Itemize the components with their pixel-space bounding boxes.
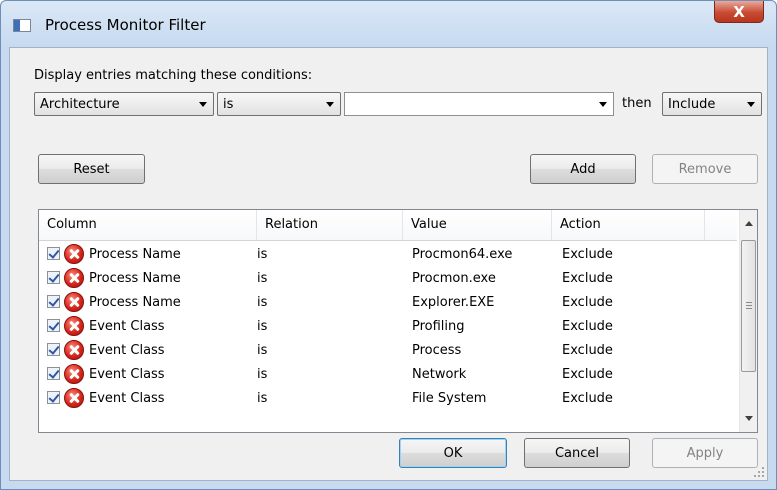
relation-combo[interactable]: is: [217, 92, 341, 116]
row-relation: is: [257, 295, 268, 310]
dialog-body: Display entries matching these condition…: [9, 47, 768, 481]
column-combo-value: Architecture: [40, 97, 120, 112]
table-row[interactable]: Event Class is File System Exclude: [39, 387, 737, 411]
table-row[interactable]: Process Name is Procmon.exe Exclude: [39, 267, 737, 291]
action-combo[interactable]: Include: [662, 92, 762, 116]
row-action: Exclude: [562, 271, 613, 286]
grip-line: [746, 302, 752, 303]
checkbox-checked-icon[interactable]: [47, 343, 60, 356]
row-value: Process: [412, 343, 462, 358]
row-action: Exclude: [562, 343, 613, 358]
exclude-icon: [64, 268, 84, 288]
action-combo-value: Include: [668, 97, 716, 112]
scroll-up-icon[interactable]: [745, 221, 753, 226]
row-column: Process Name: [89, 247, 181, 262]
resize-grip-icon[interactable]: [754, 467, 764, 477]
row-action: Exclude: [562, 247, 613, 262]
checkbox-checked-icon[interactable]: [47, 319, 60, 332]
row-value: Explorer.EXE: [412, 295, 495, 310]
filter-dialog-window: Process Monitor Filter X Display entries…: [0, 0, 777, 490]
chevron-down-icon: [599, 102, 607, 107]
value-combo[interactable]: [344, 92, 614, 116]
row-relation: is: [257, 391, 268, 406]
row-column: Process Name: [89, 271, 181, 286]
row-action: Exclude: [562, 295, 613, 310]
row-relation: is: [257, 247, 268, 262]
chevron-down-icon: [747, 102, 755, 107]
row-value: Profiling: [412, 319, 465, 334]
row-value: Procmon64.exe: [412, 247, 513, 262]
row-value: File System: [412, 391, 487, 406]
exclude-icon: [64, 364, 84, 384]
close-icon: X: [733, 2, 745, 21]
scroll-down-icon[interactable]: [745, 416, 753, 421]
window-title: Process Monitor Filter: [45, 16, 206, 34]
row-value: Network: [412, 367, 467, 382]
row-relation: is: [257, 271, 268, 286]
exclude-icon: [64, 244, 84, 264]
table-row[interactable]: Event Class is Network Exclude: [39, 363, 737, 387]
scrollbar-thumb[interactable]: [741, 240, 756, 372]
row-action: Exclude: [562, 367, 613, 382]
table-row[interactable]: Event Class is Profiling Exclude: [39, 315, 737, 339]
row-relation: is: [257, 367, 268, 382]
relation-combo-value: is: [223, 97, 234, 112]
row-column: Process Name: [89, 295, 181, 310]
conditions-label: Display entries matching these condition…: [34, 68, 313, 83]
checkbox-checked-icon[interactable]: [47, 391, 60, 404]
cancel-button[interactable]: Cancel: [524, 438, 630, 468]
table-row[interactable]: Event Class is Process Exclude: [39, 339, 737, 363]
filter-list[interactable]: Column Relation Value Action Process Nam…: [38, 209, 758, 433]
list-header: Column Relation Value Action: [39, 210, 737, 241]
exclude-icon: [64, 388, 84, 408]
checkbox-checked-icon[interactable]: [47, 271, 60, 284]
row-relation: is: [257, 319, 268, 334]
grip-line: [746, 305, 752, 306]
exclude-icon: [64, 292, 84, 312]
row-action: Exclude: [562, 319, 613, 334]
exclude-icon: [64, 340, 84, 360]
row-column: Event Class: [89, 343, 165, 358]
header-relation[interactable]: Relation: [257, 210, 403, 240]
column-combo[interactable]: Architecture: [34, 92, 214, 116]
chevron-down-icon: [326, 102, 334, 107]
checkbox-checked-icon[interactable]: [47, 295, 60, 308]
close-button[interactable]: X: [714, 1, 764, 23]
row-column: Event Class: [89, 319, 165, 334]
then-label: then: [622, 96, 652, 111]
title-bar[interactable]: Process Monitor Filter X: [1, 1, 776, 47]
process-monitor-icon: [13, 19, 31, 32]
ok-button[interactable]: OK: [399, 438, 507, 468]
checkbox-checked-icon[interactable]: [47, 367, 60, 380]
row-column: Event Class: [89, 367, 165, 382]
apply-button[interactable]: Apply: [652, 438, 758, 468]
header-action[interactable]: Action: [552, 210, 705, 240]
exclude-icon: [64, 316, 84, 336]
row-value: Procmon.exe: [412, 271, 496, 286]
chevron-down-icon: [199, 102, 207, 107]
table-row[interactable]: Process Name is Explorer.EXE Exclude: [39, 291, 737, 315]
row-action: Exclude: [562, 391, 613, 406]
vertical-scrollbar[interactable]: [739, 210, 757, 432]
row-column: Event Class: [89, 391, 165, 406]
header-column[interactable]: Column: [39, 210, 257, 240]
header-value[interactable]: Value: [403, 210, 552, 240]
reset-button[interactable]: Reset: [38, 154, 145, 184]
remove-button[interactable]: Remove: [652, 154, 758, 184]
row-relation: is: [257, 343, 268, 358]
grip-line: [746, 308, 752, 309]
checkbox-checked-icon[interactable]: [47, 247, 60, 260]
add-button[interactable]: Add: [530, 154, 636, 184]
table-row[interactable]: Process Name is Procmon64.exe Exclude: [39, 243, 737, 267]
